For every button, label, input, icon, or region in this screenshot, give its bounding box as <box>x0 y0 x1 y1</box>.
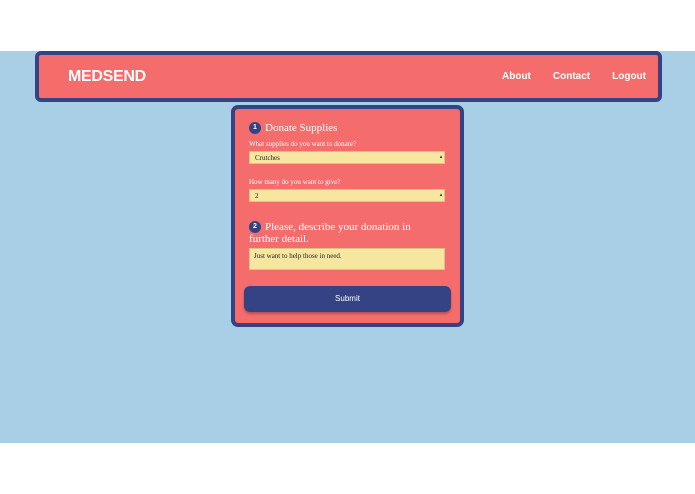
submit-button[interactable]: Submit <box>244 286 451 312</box>
description-textarea[interactable]: Just want to help those in need. <box>249 248 445 270</box>
supplies-label: What supplies do you want to donate? <box>249 140 356 148</box>
donation-form-card: 1 Donate Supplies What supplies do you wa… <box>231 105 464 327</box>
step1-title: Donate Supplies <box>265 122 338 134</box>
brand-logo[interactable]: MEDSEND <box>68 68 146 86</box>
step2-heading: 2 Please, describe your donation in furth… <box>249 221 439 245</box>
quantity-select-value: 2 <box>255 192 259 200</box>
quantity-select[interactable]: 2 ▴ <box>249 189 445 202</box>
nav-link-logout[interactable]: Logout <box>612 71 646 82</box>
step2-title: Please, describe your donation in furthe… <box>249 221 411 246</box>
step1-badge: 1 <box>249 122 261 135</box>
navbar: MEDSEND About Contact Logout <box>35 51 662 102</box>
step2-badge: 2 <box>249 221 261 234</box>
app-background: MEDSEND About Contact Logout 1 Donate Sup… <box>0 51 695 443</box>
dropdown-arrow-icon: ▴ <box>439 193 443 198</box>
step1-heading: 1 Donate Supplies <box>249 122 338 135</box>
dropdown-arrow-icon: ▴ <box>439 155 443 160</box>
supplies-select[interactable]: Crutches ▴ <box>249 151 445 164</box>
quantity-label: How many do you want to give? <box>249 178 341 186</box>
nav-links: About Contact Logout <box>480 71 646 82</box>
supplies-select-value: Crutches <box>255 154 280 162</box>
nav-link-contact[interactable]: Contact <box>553 71 590 82</box>
nav-link-about[interactable]: About <box>502 71 531 82</box>
